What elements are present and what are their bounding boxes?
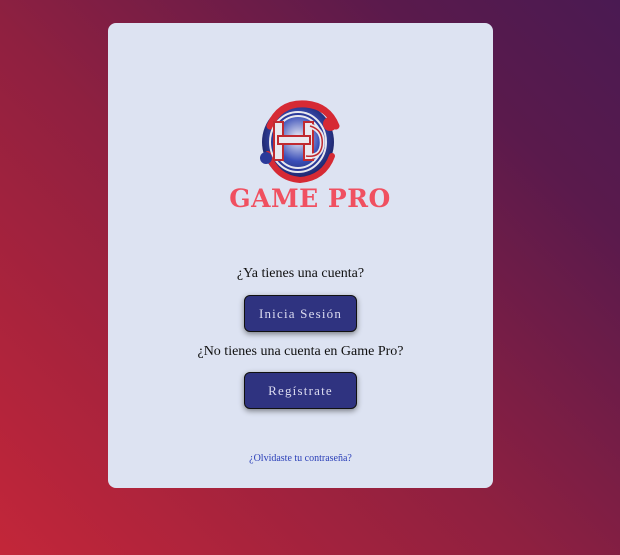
game-pro-logo-icon bbox=[260, 100, 340, 184]
register-prompt: ¿No tienes una cuenta en Game Pro? bbox=[197, 344, 404, 359]
brand-name: GAME PRO bbox=[229, 184, 391, 213]
forgot-password-link[interactable]: ¿Olvidaste tu contraseña? bbox=[108, 453, 493, 464]
login-prompt: ¿Ya tienes una cuenta? bbox=[236, 266, 365, 281]
login-card bbox=[108, 23, 493, 488]
register-button[interactable]: Regístrate bbox=[244, 372, 357, 409]
login-button[interactable]: Inicia Sesión bbox=[244, 295, 357, 332]
